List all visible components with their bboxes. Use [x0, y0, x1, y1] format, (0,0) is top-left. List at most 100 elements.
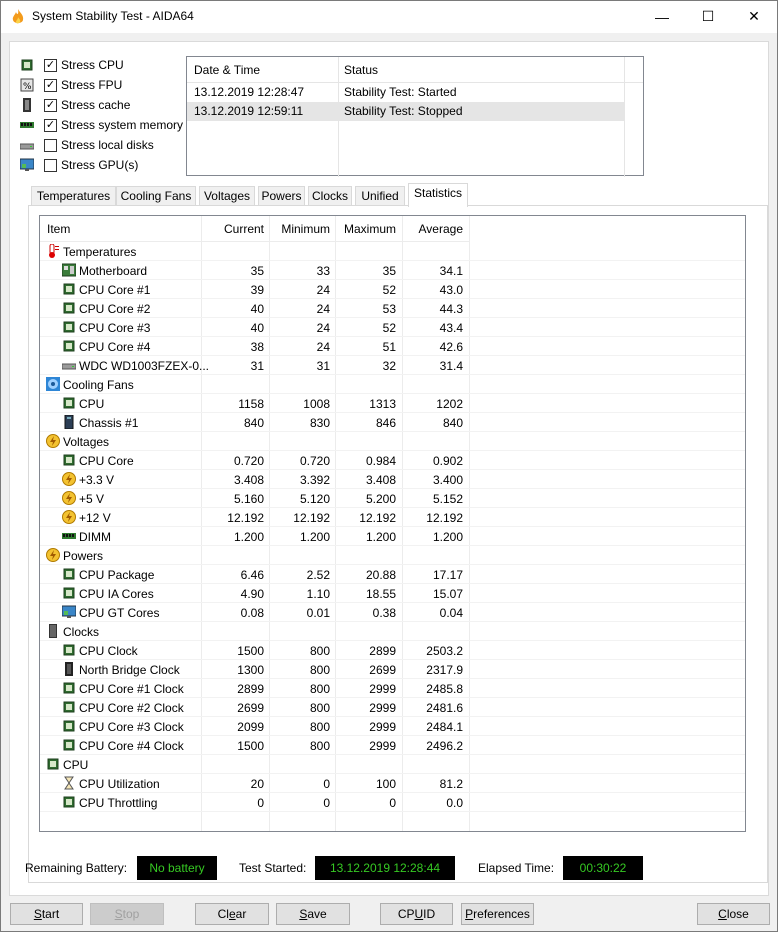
checkbox[interactable]: ✓	[44, 58, 57, 72]
stop-button[interactable]: Stop	[90, 903, 164, 925]
row-label: CPU Core #4	[79, 340, 151, 354]
tab-unified[interactable]: Unified	[355, 186, 405, 206]
value-current: 39	[250, 283, 264, 297]
value-current: 20	[250, 777, 264, 791]
value-maximum: 0.38	[372, 606, 396, 620]
table-row[interactable]: CPU IA Cores 4.90 1.10 18.55 15.07	[40, 584, 745, 603]
table-row[interactable]: CPU Core #1 Clock 2899 800 2999 2485.8	[40, 679, 745, 698]
tab-voltages[interactable]: Voltages	[199, 186, 255, 206]
table-row[interactable]: CPU Core #3 Clock 2099 800 2999 2484.1	[40, 717, 745, 736]
table-row[interactable]: +12 V 12.192 12.192 12.192 12.192	[40, 508, 745, 527]
cpu-chip-icon	[62, 396, 76, 410]
start-button[interactable]: Start	[10, 903, 83, 925]
tab-statistics[interactable]: Statistics	[408, 183, 468, 207]
table-row[interactable]: CPU Core #4 Clock 1500 800 2999 2496.2	[40, 736, 745, 755]
table-row[interactable]: CPU Core #1 39 24 52 43.0	[40, 280, 745, 299]
tab-clocks[interactable]: Clocks	[308, 186, 352, 206]
hard-disk-icon	[19, 138, 36, 152]
value-average: 12.192	[426, 511, 463, 525]
row-label: +3.3 V	[79, 473, 115, 487]
lightning-icon	[46, 548, 60, 562]
table-row[interactable]: CPU Throttling 0 0 0 0.0	[40, 793, 745, 812]
maximize-button[interactable]: ☐	[685, 1, 731, 32]
value-maximum: 2999	[369, 720, 396, 734]
statistics-grid[interactable]: Item Current Minimum Maximum Average Tem…	[39, 215, 746, 832]
monitor-icon	[19, 158, 36, 172]
monitor-icon	[61, 605, 77, 619]
table-row[interactable]: +3.3 V 3.408 3.392 3.408 3.400	[40, 470, 745, 489]
table-row[interactable]: CPU Core #3 40 24 52 43.4	[40, 318, 745, 337]
value-current: 6.46	[240, 568, 264, 582]
thermometer-icon	[46, 243, 60, 258]
table-row[interactable]: CPU Utilization 20 0 100 81.2	[40, 774, 745, 793]
tab-powers[interactable]: Powers	[258, 186, 305, 206]
value-current: 840	[243, 416, 264, 430]
tab-cooling-fans[interactable]: Cooling Fans	[116, 186, 196, 206]
table-row[interactable]: CPU Core #2 Clock 2699 800 2999 2481.6	[40, 698, 745, 717]
minimize-button[interactable]: —	[639, 1, 685, 32]
value-maximum: 2999	[369, 701, 396, 715]
group-row[interactable]: Temperatures	[40, 242, 745, 261]
log-status: Stability Test: Started	[344, 85, 457, 99]
table-row[interactable]: CPU Core #2 40 24 53 44.3	[40, 299, 745, 318]
table-row[interactable]: CPU Core #4 38 24 51 42.6	[40, 337, 745, 356]
option-stress-system-memory[interactable]: ✓ Stress system memory	[20, 116, 183, 134]
value-minimum: 24	[316, 321, 330, 335]
log-row[interactable]: 13.12.2019 12:59:11 Stability Test: Stopp…	[187, 102, 625, 121]
save-button[interactable]: Save	[276, 903, 350, 925]
row-label: CPU Core #1	[79, 283, 151, 297]
group-row[interactable]: Clocks	[40, 622, 745, 641]
row-label: CPU	[79, 397, 105, 411]
chip-dark-icon	[62, 662, 76, 676]
row-label: CPU Core #2	[79, 302, 151, 316]
option-stress-fpu[interactable]: % ✓ Stress FPU	[20, 76, 122, 94]
row-label: CPU Utilization	[79, 777, 160, 791]
header-current[interactable]: Current	[202, 222, 264, 236]
clear-button[interactable]: Clear	[195, 903, 269, 925]
table-row[interactable]: Motherboard 35 33 35 34.1	[40, 261, 745, 280]
checkbox[interactable]	[44, 138, 57, 152]
group-row[interactable]: CPU	[40, 755, 745, 774]
option-stress-cpu[interactable]: ✓ Stress CPU	[20, 56, 124, 74]
header-minimum[interactable]: Minimum	[268, 222, 330, 236]
option-stress-gpu-s[interactable]: Stress GPU(s)	[19, 156, 138, 174]
log-header-datetime[interactable]: Date & Time	[194, 63, 260, 77]
header-item[interactable]: Item	[47, 222, 70, 236]
value-minimum: 24	[316, 302, 330, 316]
table-row[interactable]: North Bridge Clock 1300 800 2699 2317.9	[40, 660, 745, 679]
table-row[interactable]: +5 V 5.160 5.120 5.200 5.152	[40, 489, 745, 508]
close-button[interactable]: Close	[697, 903, 770, 925]
table-row[interactable]: CPU Core 0.720 0.720 0.984 0.902	[40, 451, 745, 470]
log-row[interactable]: 13.12.2019 12:28:47 Stability Test: Start…	[187, 83, 625, 102]
option-stress-cache[interactable]: ✓ Stress cache	[20, 96, 130, 114]
table-row[interactable]: Chassis #1 840 830 846 840	[40, 413, 745, 432]
group-row[interactable]: Voltages	[40, 432, 745, 451]
row-label: CPU Throttling	[79, 796, 158, 810]
header-average[interactable]: Average	[400, 222, 463, 236]
table-row[interactable]: CPU Clock 1500 800 2899 2503.2	[40, 641, 745, 660]
header-maximum[interactable]: Maximum	[334, 222, 396, 236]
checkbox[interactable]	[44, 158, 57, 172]
table-row[interactable]: DIMM 1.200 1.200 1.200 1.200	[40, 527, 745, 546]
row-label: +5 V	[79, 492, 105, 506]
close-window-button[interactable]: ✕	[731, 1, 777, 32]
log-header-status[interactable]: Status	[344, 63, 378, 77]
group-row[interactable]: Powers	[40, 546, 745, 565]
value-maximum: 20.88	[365, 568, 396, 582]
cpuid-button[interactable]: CPUID	[380, 903, 453, 925]
checkbox[interactable]: ✓	[44, 78, 57, 92]
tab-temperatures[interactable]: Temperatures	[31, 186, 116, 206]
table-row[interactable]: WDC WD1003FZEX-0... 31 31 32 31.4	[40, 356, 745, 375]
value-minimum: 830	[309, 416, 330, 430]
table-row[interactable]: CPU 1158 1008 1313 1202	[40, 394, 745, 413]
value-average: 2496.2	[426, 739, 463, 753]
checkbox[interactable]: ✓	[44, 118, 57, 132]
value-average: 43.0	[439, 283, 463, 297]
option-stress-local-disks[interactable]: Stress local disks	[19, 136, 154, 154]
table-row[interactable]: CPU Package 6.46 2.52 20.88 17.17	[40, 565, 745, 584]
group-row[interactable]: Cooling Fans	[40, 375, 745, 394]
preferences-button[interactable]: Preferences	[461, 903, 534, 925]
table-row[interactable]: CPU GT Cores 0.08 0.01 0.38 0.04	[40, 603, 745, 622]
cpu-chip-icon	[62, 301, 76, 315]
checkbox[interactable]: ✓	[44, 98, 57, 112]
